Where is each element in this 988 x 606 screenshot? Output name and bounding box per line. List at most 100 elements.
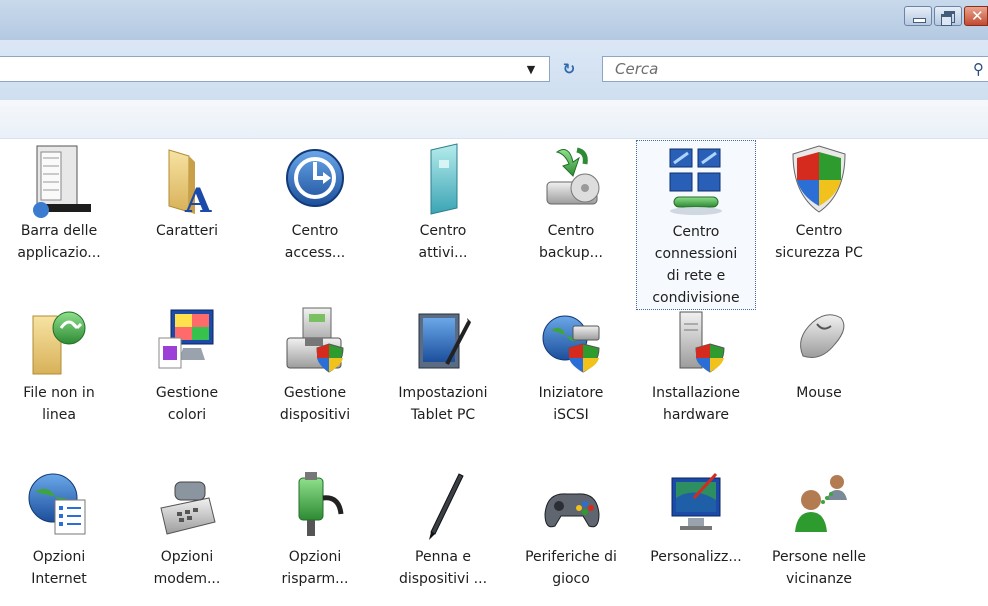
control-panel-item[interactable]: Penna e dispositivi ...: [384, 466, 502, 590]
control-panel-item[interactable]: Personalizz...: [636, 466, 756, 590]
item-label: applicazio...: [17, 245, 101, 261]
people-near-me-icon: [795, 475, 847, 532]
refresh-icon[interactable]: ↻: [557, 58, 581, 80]
backup-icon: [546, 147, 600, 205]
network-center-icon: [669, 148, 722, 215]
item-label: Installazione: [651, 385, 740, 401]
item-label: Persone nelle: [772, 549, 866, 565]
control-panel-item[interactable]: A Caratteri: [128, 140, 246, 264]
security-shield-icon: [792, 145, 846, 213]
mouse-icon: [800, 314, 845, 358]
item-label: Opzioni: [160, 549, 214, 565]
fonts-folder-icon: A: [168, 149, 212, 220]
control-panel-item[interactable]: Persone nelle vicinanze: [760, 466, 878, 590]
control-panel-item[interactable]: Opzioni risparm...: [256, 466, 374, 590]
game-controller-icon: [544, 493, 600, 528]
item-label: colori: [167, 407, 207, 423]
personalization-icon: [671, 472, 721, 530]
power-options-icon: [298, 472, 344, 536]
item-label: access...: [284, 245, 346, 261]
control-panel-item[interactable]: Centro sicurezza PC: [760, 140, 878, 264]
minimize-button[interactable]: [904, 6, 932, 26]
control-panel-item[interactable]: Periferiche di gioco: [512, 466, 630, 590]
item-label: risparm...: [281, 571, 349, 587]
control-panel-item[interactable]: Gestione dispositivi: [256, 302, 374, 426]
control-panel-item[interactable]: Centro connessioni di rete e condivisione: [636, 140, 756, 310]
item-label: sicurezza PC: [775, 245, 863, 261]
chevron-down-icon[interactable]: ▼: [524, 60, 538, 80]
restore-button[interactable]: [934, 6, 962, 26]
item-label: iSCSI: [553, 407, 589, 423]
item-label: Gestione: [283, 385, 347, 401]
control-panel-item[interactable]: Impostazioni Tablet PC: [384, 302, 502, 426]
control-panel-item[interactable]: Centro access...: [256, 140, 374, 264]
close-button[interactable]: ✕: [964, 6, 988, 26]
iscsi-icon: [542, 315, 600, 373]
control-panel-item[interactable]: Iniziatore iSCSI: [512, 302, 630, 426]
item-label: Mouse: [796, 385, 842, 401]
item-label: connessioni: [654, 246, 738, 262]
item-label: Iniziatore: [538, 385, 604, 401]
item-label: modem...: [153, 571, 221, 587]
item-label: di rete e: [666, 268, 726, 284]
toolbar-strip: [0, 100, 988, 139]
item-label: linea: [42, 407, 76, 423]
item-label: Opzioni: [288, 549, 342, 565]
magnifier-icon[interactable]: ⚲: [973, 60, 984, 78]
control-panel-item[interactable]: Opzioni modem...: [128, 466, 246, 590]
item-label: Centro: [795, 223, 843, 239]
device-manager-icon: [286, 307, 344, 373]
item-label: Centro: [419, 223, 467, 239]
item-label: [636, 568, 756, 590]
item-label: Personalizz...: [650, 549, 742, 565]
item-label: File non in: [23, 385, 95, 401]
phone-modem-icon: [160, 481, 216, 535]
item-label: Tablet PC: [410, 407, 476, 423]
taskbar-icon: [33, 145, 91, 218]
item-label: Opzioni: [32, 549, 86, 565]
offline-files-icon: [32, 311, 86, 375]
item-label: hardware: [663, 407, 729, 423]
item-label: dispositivi: [279, 407, 351, 423]
item-label: Centro: [547, 223, 595, 239]
svg-text:A: A: [184, 181, 212, 220]
item-label: Periferiche di: [525, 549, 617, 565]
tablet-pc-icon: [418, 313, 471, 369]
control-panel-item[interactable]: File non in linea: [0, 302, 118, 426]
address-field[interactable]: [0, 56, 550, 82]
item-label: gioco: [552, 571, 590, 587]
sync-center-icon: [430, 143, 458, 215]
internet-options-icon: [28, 473, 86, 535]
control-panel-item[interactable]: Barra delle applicazio...: [0, 140, 118, 264]
control-panel-item[interactable]: Gestione colori: [128, 302, 246, 426]
item-label: attivi...: [418, 245, 468, 261]
item-label: Internet: [31, 571, 87, 587]
item-label: Centro: [291, 223, 339, 239]
title-bar: ✕: [0, 0, 988, 40]
item-label: [128, 242, 246, 264]
address-bar: ▼ ↻ Cerca ⚲: [0, 40, 988, 100]
item-label: Centro: [672, 224, 720, 240]
close-icon: ✕: [971, 7, 984, 25]
item-label: dispositivi ...: [398, 571, 488, 587]
window-controls: ✕: [902, 6, 988, 28]
minimize-icon: [913, 18, 926, 23]
item-label: backup...: [539, 245, 603, 261]
control-panel-item[interactable]: Installazione hardware: [636, 302, 756, 426]
control-panel-item[interactable]: Centro attivi...: [384, 140, 502, 264]
control-panel-item[interactable]: Centro backup...: [512, 140, 630, 264]
item-label: Caratteri: [156, 223, 218, 239]
search-placeholder: Cerca: [615, 60, 659, 78]
ease-of-access-icon: [286, 149, 344, 207]
item-label: Penna e: [415, 549, 471, 565]
add-hardware-icon: [679, 311, 725, 373]
item-label: Barra delle: [20, 223, 98, 239]
control-panel-item[interactable]: Opzioni Internet: [0, 466, 118, 590]
control-panel-item[interactable]: Mouse: [760, 302, 878, 426]
pen-input-icon: [429, 473, 464, 540]
item-label: vicinanze: [785, 571, 853, 587]
item-label: Impostazioni: [398, 385, 488, 401]
item-label: Gestione: [155, 385, 219, 401]
color-management-icon: [158, 309, 214, 369]
search-box[interactable]: Cerca ⚲: [602, 56, 988, 82]
